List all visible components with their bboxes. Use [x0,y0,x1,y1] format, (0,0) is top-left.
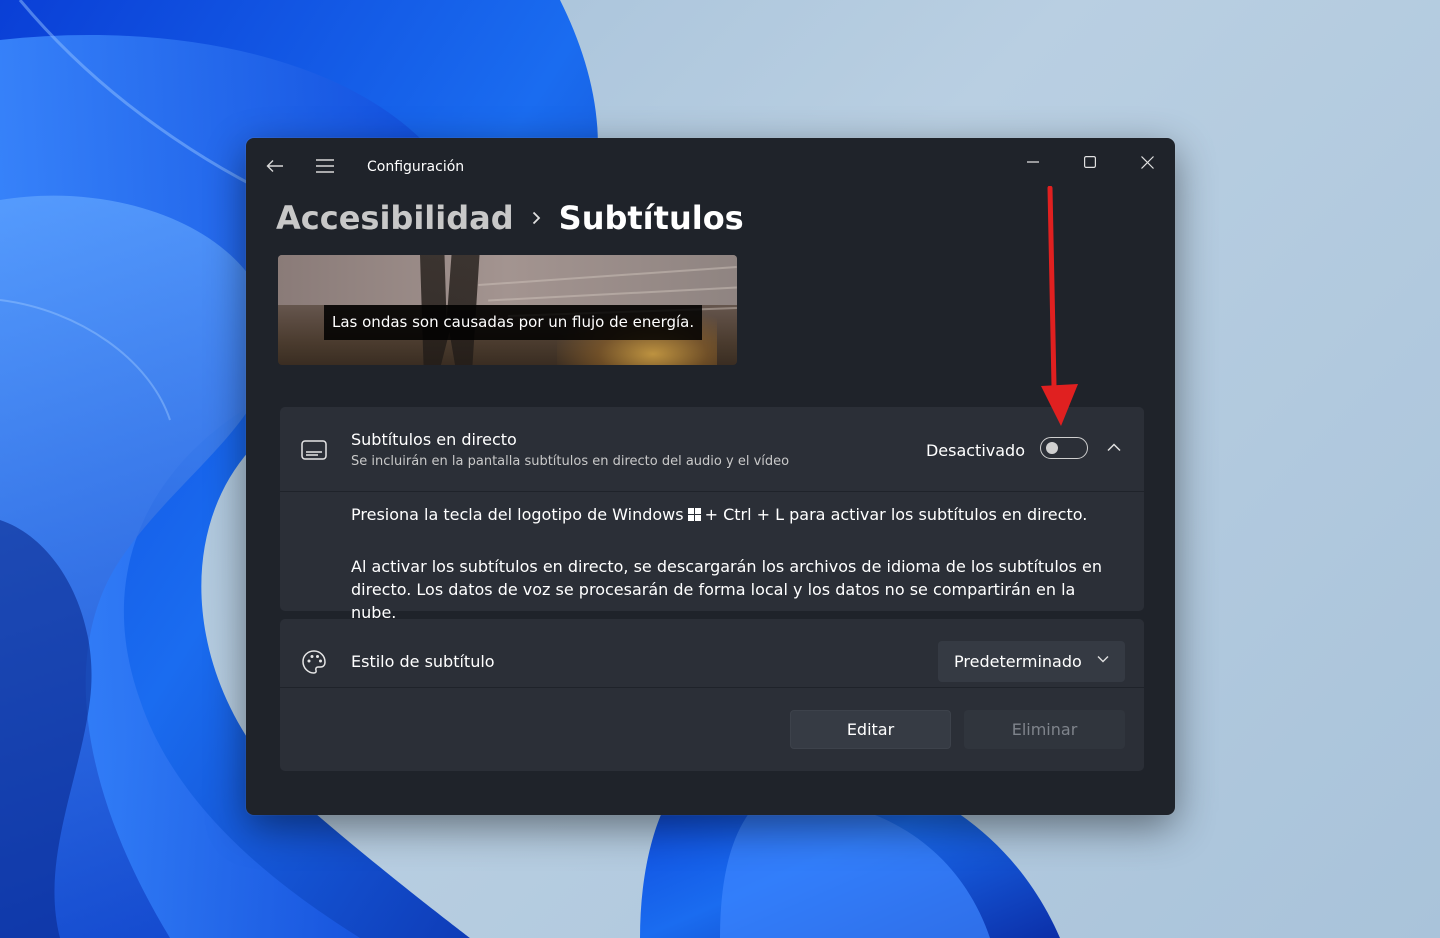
collapse-button[interactable] [1102,435,1126,459]
minimize-button[interactable] [1010,144,1056,180]
toggle-knob [1046,442,1058,454]
menu-button[interactable] [313,154,337,178]
close-button[interactable] [1124,144,1170,180]
maximize-icon [1084,156,1096,168]
caption-style-title: Estilo de subtítulo [351,652,495,671]
card-divider [280,687,1144,688]
chevron-down-icon [1097,656,1109,663]
caption-preview-image: Las ondas son causadas por un flujo de e… [278,255,737,365]
live-captions-toggle[interactable] [1040,437,1088,459]
privacy-info: Al activar los subtítulos en directo, se… [351,557,1102,622]
maximize-button[interactable] [1067,144,1113,180]
edit-button[interactable]: Editar [790,710,951,749]
chevron-up-icon [1107,442,1121,451]
minimize-icon [1027,161,1039,163]
breadcrumb-parent-link[interactable]: Accesibilidad [276,199,514,237]
caption-preview-text: Las ondas son causadas por un flujo de e… [324,305,703,340]
live-captions-title: Subtítulos en directo [351,430,517,449]
live-captions-header[interactable]: Subtítulos en directo Se incluirán en la… [280,407,1144,491]
palette-icon [300,648,328,676]
arrow-left-icon [266,160,283,172]
desktop-background: Configuración Accesibilidad Subtítulos L… [0,0,1440,938]
page-title: Subtítulos [558,199,744,237]
caption-style-dropdown[interactable]: Predeterminado [938,641,1125,682]
app-title: Configuración [367,159,465,175]
live-captions-subtitle: Se incluirán en la pantalla subtítulos e… [351,454,790,469]
caption-style-selected: Predeterminado [954,652,1082,671]
windows-logo-icon [687,508,701,521]
delete-button[interactable]: Eliminar [964,710,1125,749]
annotation-arrow-icon [1041,186,1078,426]
back-button[interactable] [263,154,287,178]
captions-icon [300,436,328,464]
caption-style-card: Estilo de subtítulo Predeterminado Edita… [280,619,1144,771]
live-captions-card: Subtítulos en directo Se incluirán en la… [280,407,1144,622]
card-divider [280,491,1144,492]
breadcrumb: Accesibilidad Subtítulos [276,196,744,240]
shortcut-info: Presiona la tecla del logotipo de Window… [351,503,1121,526]
close-icon [1140,155,1154,169]
shortcut-info-text-end: + Ctrl + L para activar los subtítulos e… [704,505,1088,524]
hamburger-menu-icon [316,159,334,173]
chevron-right-icon [532,211,541,225]
settings-window: Configuración Accesibilidad Subtítulos L… [246,138,1175,815]
shortcut-info-text-start: Presiona la tecla del logotipo de Window… [351,505,684,524]
toggle-state-label: Desactivado [925,441,1025,460]
title-bar: Configuración [246,138,1175,198]
